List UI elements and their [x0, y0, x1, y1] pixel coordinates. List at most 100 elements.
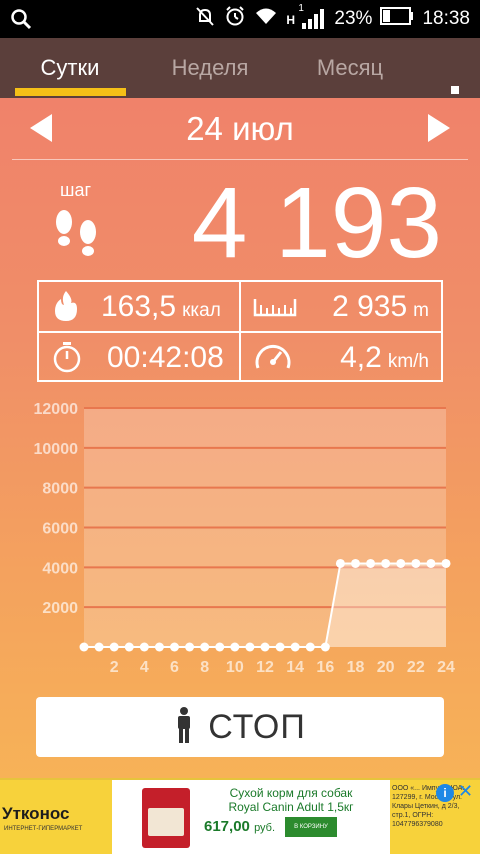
next-date-button[interactable]: [428, 114, 450, 142]
chart-y-tick-label: 12000: [34, 401, 79, 418]
duration-value: 00:42:08: [107, 341, 224, 374]
ad-title: Сухой корм для собак Royal Canin Adult 1…: [196, 786, 386, 814]
search-icon: [10, 8, 32, 35]
status-bar: H 1 23% 18:38: [0, 0, 480, 38]
distance-stat: 2 935 m: [241, 282, 441, 331]
distance-unit: m: [413, 300, 429, 321]
ad-brand-sub: ИНТЕРНЕТ-ГИПЕРМАРКЕТ: [4, 826, 83, 832]
battery-percent: 23%: [334, 8, 373, 29]
mute-icon: [194, 5, 216, 33]
chart-data-point: [366, 558, 376, 568]
steps-chart: 120001000080006000400020002 4 6 8 10 12 14 16 18…: [34, 401, 456, 676]
main-panel: 24 июл шаг 4 193 163,5 ккал 2 935 m 00:4…: [0, 98, 480, 778]
chart-data-point: [185, 642, 195, 652]
ad-price-currency: руб.: [254, 822, 276, 834]
chart-data-point: [124, 642, 134, 652]
ad-price-value: 617,00: [204, 818, 250, 835]
chart-data-point: [426, 558, 436, 568]
chart-x-tick-label: 22: [407, 659, 425, 676]
stop-button[interactable]: СТОП: [36, 697, 444, 757]
chart-x-tick-label: 6: [170, 659, 179, 676]
chart-x-tick-label: 8: [200, 659, 209, 676]
speed-stat: 4,2 km/h: [241, 333, 441, 382]
chart-data-point: [441, 558, 451, 568]
chart-data-point: [109, 642, 119, 652]
flame-icon: [51, 289, 81, 328]
stop-button-label: СТОП: [208, 707, 306, 746]
duration-stat: 00:42:08: [39, 333, 239, 382]
speed-value: 4,2: [340, 341, 382, 374]
ad-info-icon[interactable]: i: [436, 784, 454, 802]
chart-x-tick-label: 2: [110, 659, 119, 676]
stats-grid: 163,5 ккал 2 935 m 00:42:08 4,2 km/h: [37, 280, 443, 382]
steps-value: 4 193: [191, 167, 442, 279]
ad-close-icon[interactable]: ✕: [458, 782, 473, 800]
ad-price: 617,00 руб.: [204, 818, 275, 835]
chart-data-point: [411, 558, 421, 568]
chart-x-tick-label: 16: [316, 659, 334, 676]
chart-y-tick-label: 2000: [42, 600, 78, 617]
chart-data-point: [94, 642, 104, 652]
chart-data-point: [245, 642, 255, 652]
wifi-icon: [254, 6, 278, 32]
calories-stat: 163,5 ккал: [39, 282, 239, 331]
chart-data-point: [170, 642, 179, 652]
network-type: H: [286, 13, 296, 27]
ad-cart-button[interactable]: В КОРЗИНУ: [285, 817, 337, 837]
steps-counter: шаг 4 193: [0, 168, 480, 278]
chart-data-point: [290, 642, 300, 652]
chart-data-point: [305, 642, 315, 652]
ruler-icon: [253, 289, 297, 324]
chart-data-point: [200, 642, 210, 652]
clock: 18:38: [422, 8, 470, 29]
chart-y-tick-label: 6000: [42, 521, 78, 538]
divider: [12, 159, 468, 160]
chart-data-point: [351, 558, 360, 568]
chart-data-point: [320, 642, 330, 652]
chart-x-tick-label: 24: [437, 659, 455, 676]
chart-data-point: [139, 642, 149, 652]
ad-title-line1: Сухой корм для собак: [229, 786, 353, 800]
speedometer-icon: [253, 340, 293, 379]
alarm-icon: [224, 5, 246, 33]
chart-data-point: [275, 642, 285, 652]
chart-x-tick-label: 18: [347, 659, 365, 676]
steps-label: шаг: [60, 180, 92, 200]
tab-week-label: Неделя: [171, 55, 249, 80]
chart-data-point: [335, 558, 345, 568]
speed-unit: km/h: [387, 351, 429, 372]
tab-month[interactable]: Месяц: [280, 38, 420, 98]
chart-y-tick-label: 8000: [42, 481, 78, 498]
chart-x-tick-label: 12: [256, 659, 274, 676]
calories-unit: ккал: [182, 300, 221, 321]
tab-week[interactable]: Неделя: [140, 38, 280, 98]
stopwatch-icon: [51, 340, 83, 379]
person-icon: [174, 706, 194, 748]
chart-x-tick-label: 20: [377, 659, 395, 676]
distance-value: 2 935: [332, 290, 408, 323]
chart-x-tick-label: 10: [226, 659, 244, 676]
chart-x-tick-label: 4: [140, 659, 149, 676]
chart-data-point: [154, 642, 164, 652]
chart-x-tick-label: 14: [286, 659, 304, 676]
footprints-icon: [52, 204, 102, 265]
ad-banner[interactable]: Утконос ИНТЕРНЕТ-ГИПЕРМАРКЕТ Сухой корм …: [0, 778, 480, 854]
signal-icon: H 1: [286, 3, 326, 31]
tab-indicator: [15, 88, 126, 96]
date-navigator: 24 июл: [0, 98, 480, 160]
battery-icon: [380, 7, 414, 31]
chart-data-point: [230, 642, 240, 652]
ad-brand-logo: Утконос ИНТЕРНЕТ-ГИПЕРМАРКЕТ: [0, 780, 112, 854]
ad-brand-name: Утконос: [2, 804, 70, 823]
chart-y-tick-label: 10000: [34, 441, 79, 458]
chart-data-point: [79, 642, 89, 652]
calories-value: 163,5: [101, 290, 177, 323]
ad-title-line2: Royal Canin Adult 1,5кг: [228, 800, 354, 814]
chart-data-point: [396, 558, 406, 568]
tab-day-label: Сутки: [40, 55, 100, 80]
chart-data-point: [381, 558, 391, 568]
ad-product-image: [142, 788, 190, 848]
chart-data-point: [260, 642, 270, 652]
chart-data-point: [215, 642, 225, 652]
chart-y-tick-label: 4000: [42, 560, 78, 577]
